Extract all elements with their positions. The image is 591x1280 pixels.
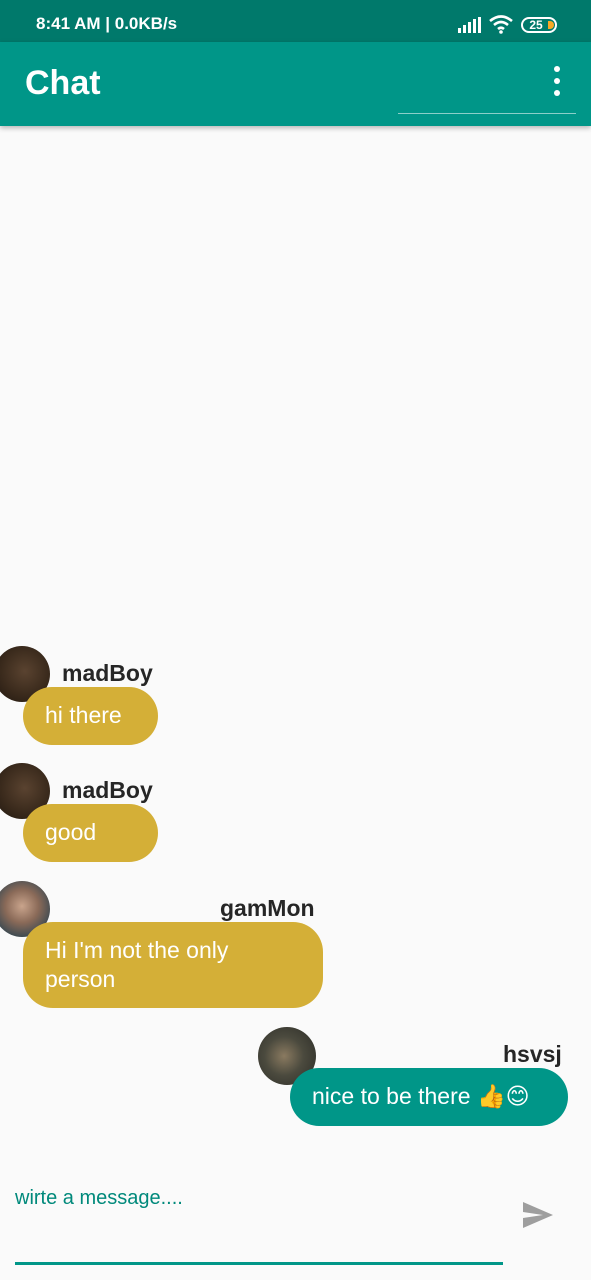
status-time: 8:41 AM | 0.0KB/s <box>36 14 178 33</box>
sender-name: gamMon <box>220 895 315 921</box>
appbar-divider <box>398 113 576 114</box>
sender-name: madBoy <box>62 660 153 686</box>
signal-icon <box>458 17 481 33</box>
send-icon[interactable] <box>521 1200 555 1230</box>
sender-name: madBoy <box>62 777 153 803</box>
message-input[interactable]: wirte a message.... <box>15 1187 183 1210</box>
battery-level: 25 <box>529 18 543 32</box>
battery-fill <box>548 21 554 29</box>
message-bubble[interactable]: good <box>23 804 158 862</box>
more-vert-icon[interactable] <box>546 64 568 98</box>
message-bubble[interactable]: Hi I'm not the only person <box>23 922 323 1008</box>
page-title: Chat <box>25 64 101 102</box>
message-input-underline <box>15 1262 503 1265</box>
battery-icon: 25 <box>521 17 557 33</box>
message-bubble[interactable]: hi there <box>23 687 158 745</box>
status-bar: 8:41 AM | 0.0KB/s 25 <box>0 0 591 42</box>
sender-name: hsvsj <box>503 1041 562 1067</box>
wifi-icon <box>489 15 513 34</box>
app-bar: Chat <box>0 42 591 126</box>
message-bubble[interactable]: nice to be there 👍😊 <box>290 1068 568 1126</box>
